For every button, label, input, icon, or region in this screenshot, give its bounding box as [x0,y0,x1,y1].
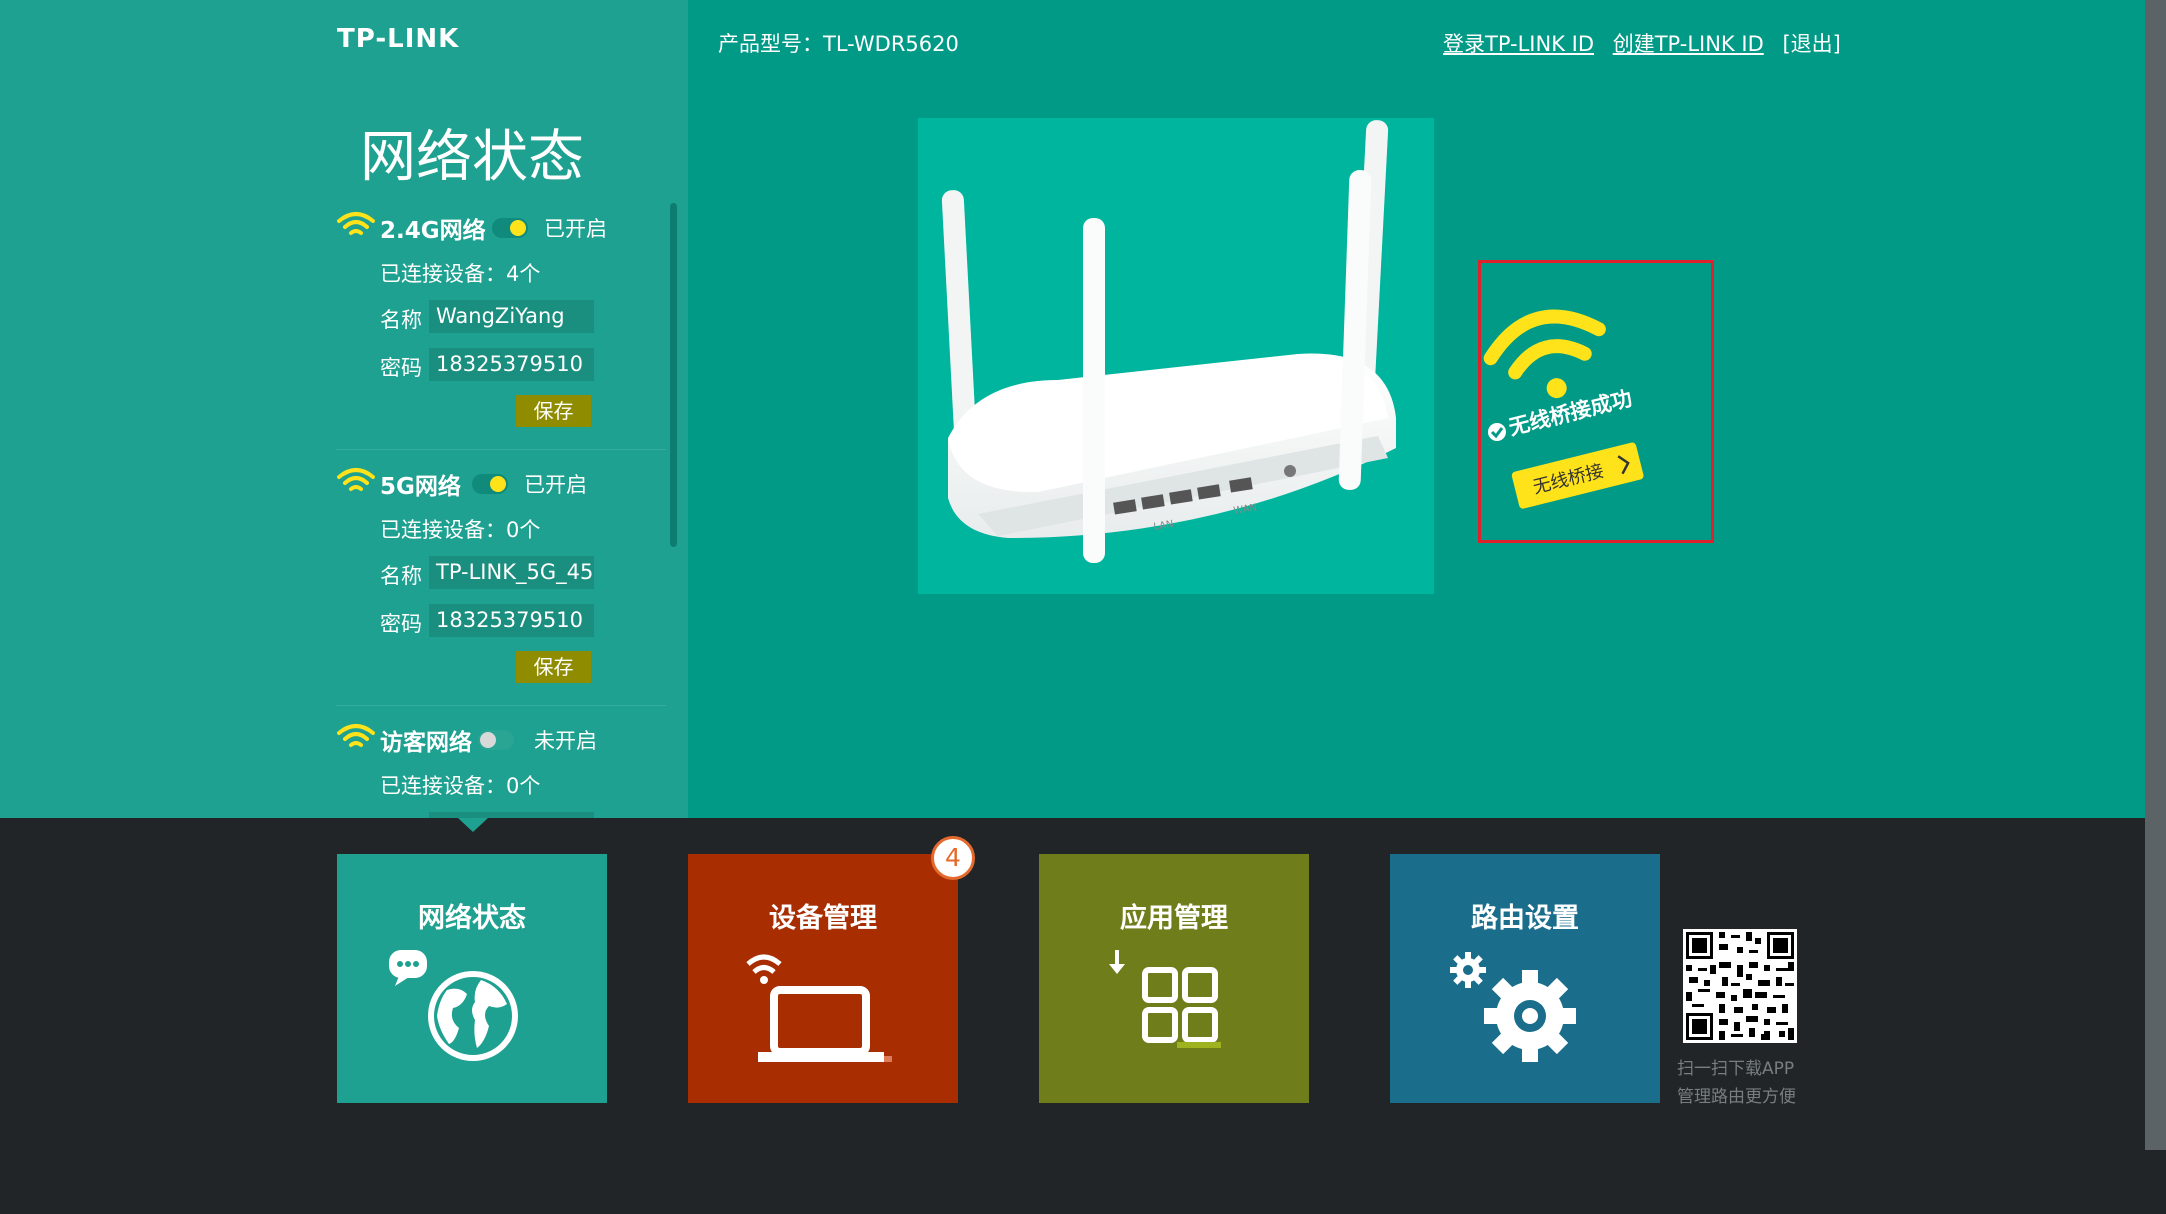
network-guest: 访客网络 未开启 已连接设备：0个 [336,717,666,818]
globe-icon [389,950,518,1061]
gear-icon [1450,952,1576,1062]
network-5g: 5G网络 已开启 已连接设备：0个 名称 TP-LINK_5G_454 密码 1… [336,461,666,706]
password-input[interactable]: 18325379510 [429,348,594,381]
panel-title: 网络状态 [360,125,584,190]
save-button[interactable]: 保存 [516,395,591,427]
create-tplink-id-link[interactable]: 创建TP-LINK ID [1613,32,1764,56]
connected-devices: 已连接设备：4个 [380,262,541,286]
panel-pointer [458,818,488,832]
bridge-success-box: 无线桥接成功 无线桥接 [1478,260,1714,543]
lan-port-label: LAN [1153,519,1175,533]
tile-label: 路由设置 [1471,903,1579,934]
network-guest-toggle[interactable] [478,730,514,750]
tile-network-status[interactable]: 网络状态 [337,854,607,1103]
laptop-wifi-icon [746,954,892,1062]
save-button[interactable]: 保存 [516,651,591,683]
ssid-input[interactable]: WangZiYang [429,300,594,333]
apps-grid-icon [1109,950,1221,1048]
network-status-text: 已开启 [544,217,607,241]
network-24g-toggle[interactable] [492,218,528,238]
ssid-label: 名称 [380,308,422,332]
network-status-text: 未开启 [534,729,597,753]
logout-link[interactable]: [退出] [1782,32,1840,56]
login-tplink-id-link[interactable]: 登录TP-LINK ID [1443,32,1594,56]
page-scrollbar-track [2145,1150,2166,1214]
ssid-label: 名称 [380,564,422,588]
tile-label: 设备管理 [769,903,877,934]
network-status-panel: TP-LINK 网络状态 2.4G网络 已开启 已连接设备：4个 名称 Wang… [0,0,688,818]
qr-caption-line2: 管理路由更方便 [1677,1087,1796,1107]
network-status-text: 已开启 [524,473,587,497]
tile-label: 应用管理 [1120,903,1228,934]
tile-label: 网络状态 [418,903,526,934]
page-scrollbar[interactable] [2145,0,2166,1150]
wifi-icon [337,468,375,491]
product-model: 产品型号：TL-WDR5620 [718,32,959,56]
panel-scrollbar[interactable] [670,203,677,547]
network-24g: 2.4G网络 已开启 已连接设备：4个 名称 WangZiYang 密码 183… [336,205,666,450]
network-name: 5G网络 [380,474,461,500]
network-name: 访客网络 [380,730,472,756]
router-illustration: LAN WAN [941,120,1396,563]
wan-port-label: WAN [1233,502,1258,517]
network-name: 2.4G网络 [380,218,486,244]
tile-device-management[interactable]: 设备管理 [688,854,958,1103]
wifi-icon [337,212,375,235]
qr-caption: 扫一扫下载APP 管理路由更方便 [1677,1055,1796,1111]
tile-router-settings[interactable]: 路由设置 [1390,854,1660,1103]
network-5g-toggle[interactable] [472,474,508,494]
qr-caption-line1: 扫一扫下载APP [1677,1059,1795,1079]
divider [336,705,666,706]
password-label: 密码 [380,612,422,636]
divider [336,449,666,450]
connected-devices: 已连接设备：0个 [380,518,541,542]
header-links: 登录TP-LINK ID 创建TP-LINK ID [退出] [1443,28,1853,58]
ssid-input[interactable]: TP-LINK_5G_454 [429,556,594,589]
qr-code [1683,929,1797,1043]
wifi-icon [337,724,375,747]
tp-link-logo: TP-LINK [337,24,460,54]
connected-devices: 已连接设备：0个 [380,774,541,798]
ssid-input[interactable] [429,812,594,818]
password-label: 密码 [380,356,422,380]
bridge-status-text: 无线桥接成功 [1506,386,1634,440]
tile-app-management[interactable]: 应用管理 [1039,854,1309,1103]
password-input[interactable]: 18325379510 [429,604,594,637]
router-image: LAN WAN [918,118,1434,594]
device-count-badge: 4 [931,836,975,880]
top-area: TP-LINK 网络状态 2.4G网络 已开启 已连接设备：4个 名称 Wang… [0,0,2145,818]
check-icon [1488,423,1506,441]
